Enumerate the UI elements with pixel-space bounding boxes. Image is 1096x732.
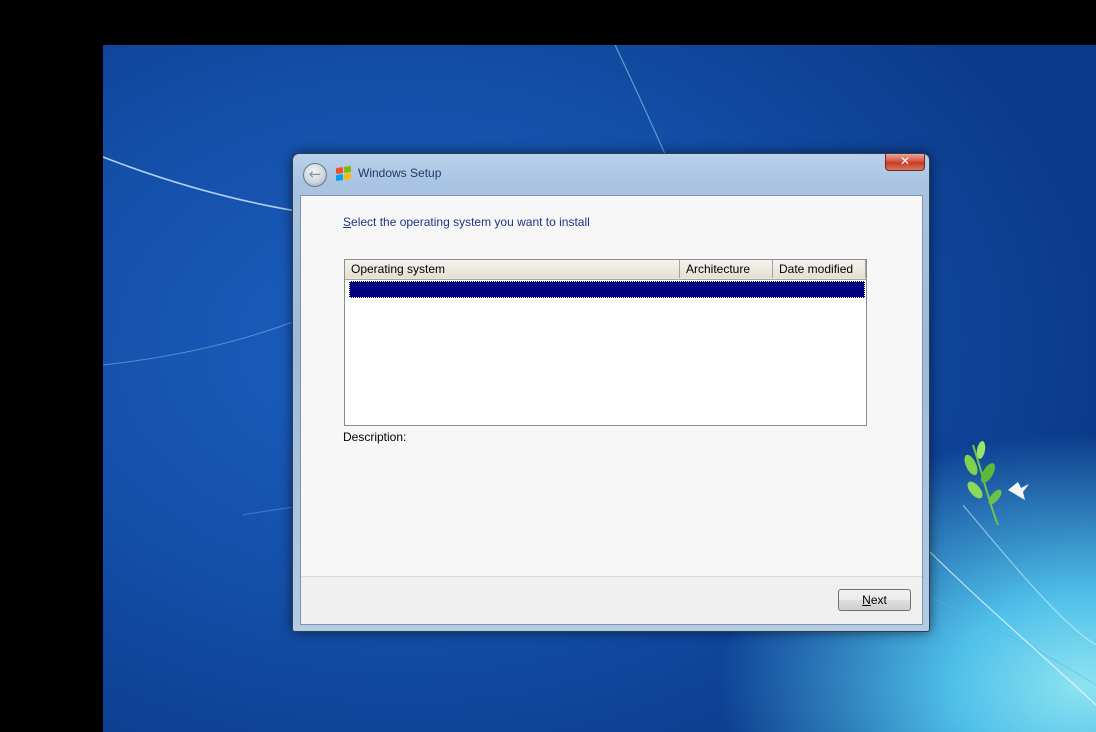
window-title: Windows Setup (358, 166, 442, 180)
heading-text: elect the operating system you want to i… (351, 215, 590, 229)
next-button[interactable]: Next (838, 589, 911, 611)
column-date-modified[interactable]: Date modified (773, 260, 866, 278)
close-icon: ✕ (899, 154, 911, 168)
heading-access-key: S (343, 215, 352, 229)
close-button[interactable]: ✕ (885, 154, 925, 171)
os-listview[interactable]: Operating system Architecture Date modif… (344, 259, 867, 426)
next-label: ext (870, 593, 887, 607)
footer-bar: Next (301, 576, 922, 624)
column-operating-system[interactable]: Operating system (345, 260, 680, 278)
next-access-key: N (862, 593, 871, 607)
leaf-sprig-icon (964, 441, 1002, 526)
page-heading: Select the operating system you want to … (343, 215, 590, 229)
description-label: Description: (343, 430, 407, 444)
back-button[interactable]: ← (303, 163, 327, 187)
client-area: Select the operating system you want to … (300, 195, 923, 625)
back-arrow-icon: ← (308, 165, 322, 183)
bird-icon (1008, 482, 1029, 500)
column-architecture[interactable]: Architecture (680, 260, 773, 278)
setup-window: ← Windows Setup ✕ Select the operating s… (292, 153, 930, 632)
title-bar: ← Windows Setup ✕ (293, 154, 929, 194)
list-item-selected[interactable] (349, 281, 865, 298)
listview-header: Operating system Architecture Date modif… (345, 260, 866, 280)
windows-logo-icon (336, 165, 351, 182)
